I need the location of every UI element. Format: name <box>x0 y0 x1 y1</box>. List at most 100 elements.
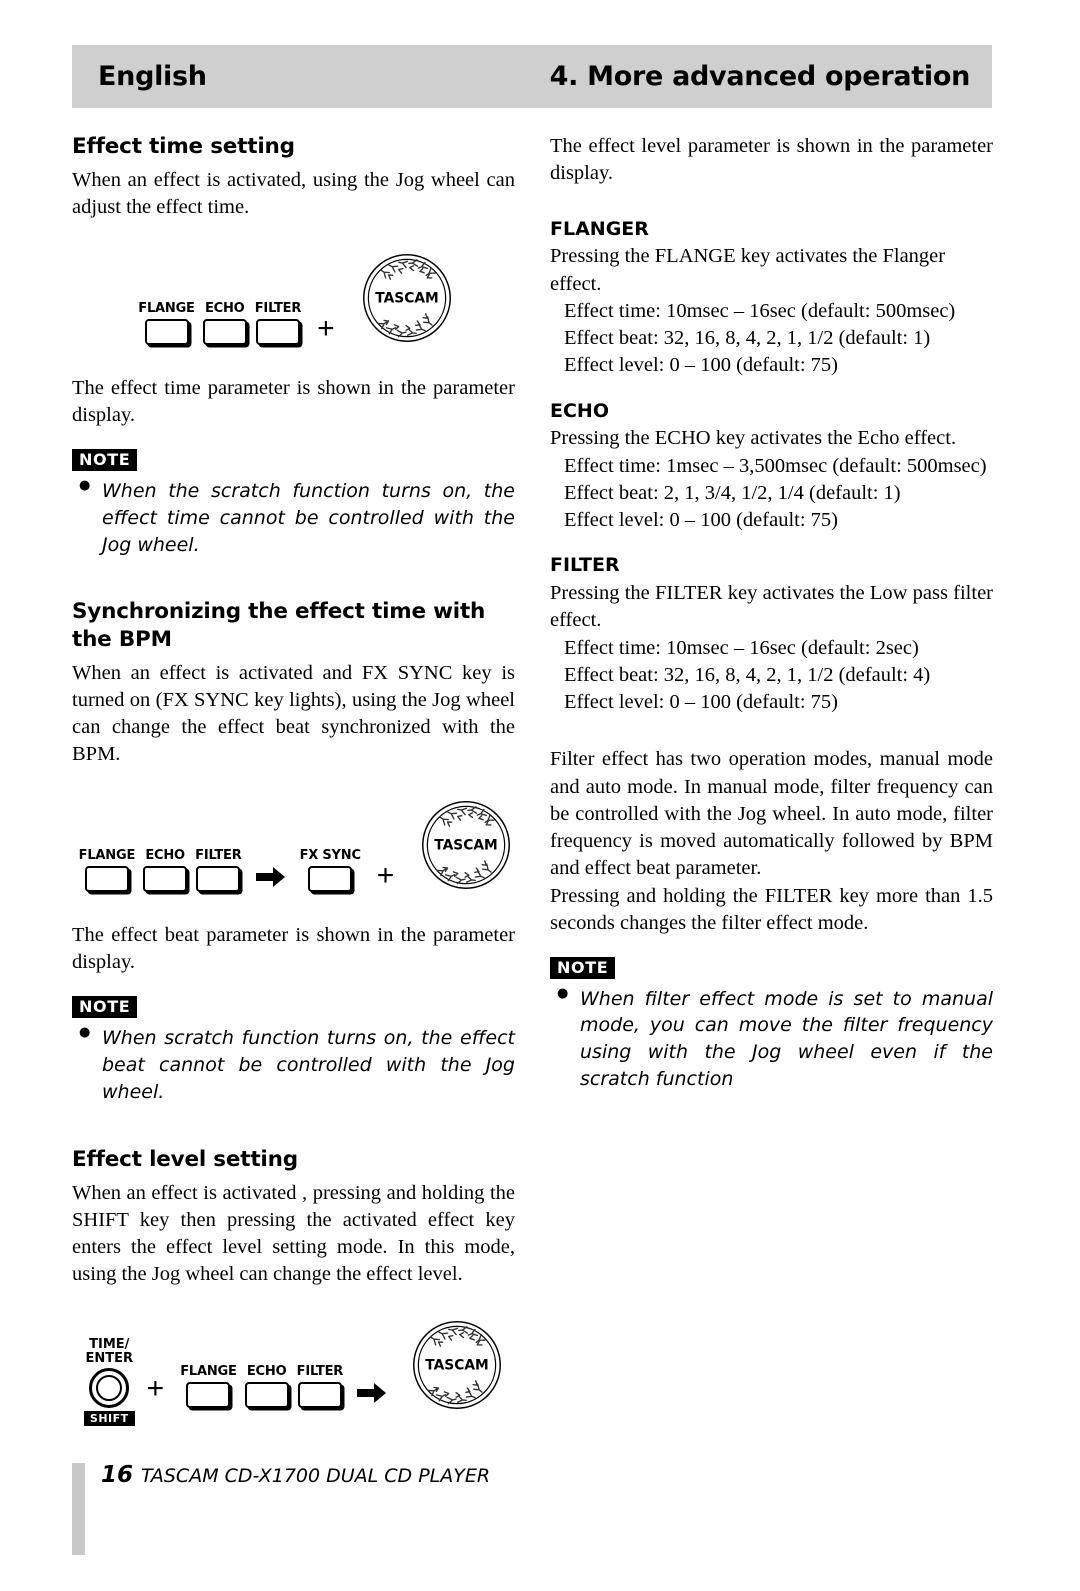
key-flange: FLANGE <box>138 300 195 345</box>
spec-flanger-level: Effect level: 0 – 100 (default: 75) <box>564 354 838 377</box>
note-list: When scratch function turns on, the effe… <box>72 1024 515 1106</box>
note-badge: NOTE <box>72 449 138 471</box>
key-filter: FILTER <box>297 1364 343 1408</box>
key-label-flange: FLANGE <box>138 300 195 316</box>
key-echo: ECHO <box>244 1364 289 1408</box>
jog-wheel-svg: TASCAM <box>422 800 511 889</box>
heading-flanger: FLANGER <box>550 217 649 240</box>
note-item: When the scratch function turns on, the … <box>72 477 515 559</box>
plus-operator: + <box>317 311 335 345</box>
key-fx-sync: FX SYNC <box>300 848 361 892</box>
paragraph-effect-beat-display: The effect beat parameter is shown in th… <box>72 923 515 973</box>
note-badge: NOTE <box>550 957 616 979</box>
paragraph-effect-time-display: The effect time parameter is shown in th… <box>72 376 515 426</box>
knob-label-time-enter: TIME/ ENTER <box>85 1336 134 1367</box>
note-block-filter: NOTE When filter effect mode is set to m… <box>550 957 993 1093</box>
arrow-right-icon <box>357 1382 387 1404</box>
paragraph-filter-desc: Pressing the FILTER key activates the Lo… <box>550 582 993 632</box>
note-list: When filter effect mode is set to manual… <box>550 985 993 1094</box>
knob-label-line2: ENTER <box>85 1350 134 1366</box>
key-filter: FILTER <box>255 301 301 345</box>
heading-sync-bpm: Synchronizing the effect time with the B… <box>72 599 486 652</box>
key-button-filter <box>196 865 241 892</box>
svg-text:TASCAM: TASCAM <box>435 837 499 853</box>
paragraph-effect-level-intro: When an effect is activated , pressing a… <box>72 1181 515 1286</box>
paragraph-filter-hold: Pressing and holding the FILTER key more… <box>550 884 993 934</box>
key-button-echo <box>202 318 247 345</box>
key-label-flange: FLANGE <box>180 1363 237 1379</box>
key-button-flange <box>144 318 189 345</box>
footer-label: 16 TASCAM CD-X1700 DUAL CD PLAYER <box>101 1462 490 1488</box>
key-label-filter: FILTER <box>254 300 302 316</box>
paragraph-echo-desc: Pressing the ECHO key activates the Echo… <box>550 427 957 450</box>
spec-filter-beat: Effect beat: 32, 16, 8, 4, 2, 1, 1/2 (de… <box>564 663 931 686</box>
spec-echo-level: Effect level: 0 – 100 (default: 75) <box>564 509 838 531</box>
key-button-echo <box>244 1381 289 1408</box>
jog-wheel-icon: TASCAM <box>411 1319 503 1416</box>
key-button-echo <box>143 865 188 892</box>
key-flange: FLANGE <box>180 1363 237 1408</box>
key-label-filter: FILTER <box>195 847 242 863</box>
note-badge: NOTE <box>72 996 138 1018</box>
diagram-effect-time: FLANGE ECHO FILTER + TASCAM <box>72 252 515 345</box>
spec-echo-time: Effect time: 1msec – 3,500msec (default:… <box>564 454 987 477</box>
footer-edge-bar <box>72 1463 85 1555</box>
key-button-filter <box>297 1381 342 1408</box>
header-language-label: English <box>98 61 207 92</box>
key-label-flange: FLANGE <box>78 847 136 863</box>
page-header: English 4. More advanced operation <box>72 45 992 108</box>
diagram-effect-level: TIME/ ENTER SHIFT + FLANGE ECHO FILTER T… <box>72 1319 515 1426</box>
plus-operator: + <box>146 1371 165 1405</box>
page-footer: 16 TASCAM CD-X1700 DUAL CD PLAYER <box>72 1455 490 1555</box>
jog-wheel-svg: TASCAM <box>413 1320 502 1409</box>
note-block-effect-beat: NOTE When scratch function turns on, the… <box>72 996 515 1105</box>
note-item: When scratch function turns on, the effe… <box>72 1024 515 1106</box>
knob-dial-icon <box>89 1368 130 1409</box>
key-echo: ECHO <box>202 300 247 345</box>
diagram-sync-bpm: FLANGE ECHO FILTER FX SYNC + TASCAM <box>72 799 515 892</box>
key-label-echo: ECHO <box>145 847 185 863</box>
paragraph-effect-time-intro: When an effect is activated, using the J… <box>72 169 515 219</box>
knob-time-enter: TIME/ ENTER SHIFT <box>83 1336 135 1426</box>
jog-wheel-icon: TASCAM <box>420 799 512 896</box>
paragraph-filter-modes: Filter effect has two operation modes, m… <box>550 748 993 880</box>
left-column: Effect time setting When an effect is ac… <box>72 133 515 1426</box>
footer-page-number: 16 <box>101 1462 134 1488</box>
jog-wheel-svg: TASCAM <box>362 253 451 342</box>
jog-wheel-icon: TASCAM <box>361 252 453 349</box>
note-list: When the scratch function turns on, the … <box>72 477 515 559</box>
arrow-right-icon <box>255 866 286 888</box>
key-flange: FLANGE <box>79 848 135 892</box>
heading-echo: ECHO <box>550 399 609 422</box>
heading-filter: FILTER <box>550 554 620 577</box>
spec-flanger-time: Effect time: 10msec – 16sec (default: 50… <box>564 299 956 322</box>
key-label-fx-sync: FX SYNC <box>299 847 361 863</box>
spec-filter-level: Effect level: 0 – 100 (default: 75) <box>564 691 838 713</box>
key-button-fx-sync <box>308 865 353 892</box>
spec-filter-time: Effect time: 10msec – 16sec (default: 2s… <box>564 636 919 659</box>
right-column: The effect level parameter is shown in t… <box>550 133 993 1093</box>
note-item: When filter effect mode is set to manual… <box>550 985 993 1094</box>
heading-effect-level-setting: Effect level setting <box>72 1146 298 1172</box>
svg-text:TASCAM: TASCAM <box>375 290 439 306</box>
key-echo: ECHO <box>143 847 188 892</box>
spec-echo-beat: Effect beat: 2, 1, 3/4, 1/2, 1/4 (defaul… <box>564 481 901 504</box>
key-button-flange <box>84 865 129 892</box>
shift-badge: SHIFT <box>83 1411 135 1426</box>
key-filter: FILTER <box>195 847 242 892</box>
paragraph-effect-level-display: The effect level parameter is shown in t… <box>550 135 993 185</box>
note-block-effect-time: NOTE When the scratch function turns on,… <box>72 449 515 558</box>
header-chapter-title: 4. More advanced operation <box>549 61 971 92</box>
heading-effect-time-setting: Effect time setting <box>72 134 295 159</box>
plus-operator: + <box>376 858 395 892</box>
spec-flanger-beat: Effect beat: 32, 16, 8, 4, 2, 1, 1/2 (de… <box>564 327 931 349</box>
paragraph-sync-bpm-intro: When an effect is activated and FX SYNC … <box>72 661 515 766</box>
svg-text:TASCAM: TASCAM <box>425 1357 489 1373</box>
knob-label-line1: TIME/ <box>89 1336 130 1352</box>
footer-product-name: TASCAM CD-X1700 DUAL CD PLAYER <box>141 1465 491 1487</box>
key-button-flange <box>186 1381 231 1408</box>
key-label-echo: ECHO <box>204 300 245 316</box>
key-label-filter: FILTER <box>296 1363 344 1379</box>
key-button-filter <box>255 318 300 345</box>
paragraph-flanger-desc: Pressing the FLANGE key activates the Fl… <box>550 245 946 295</box>
